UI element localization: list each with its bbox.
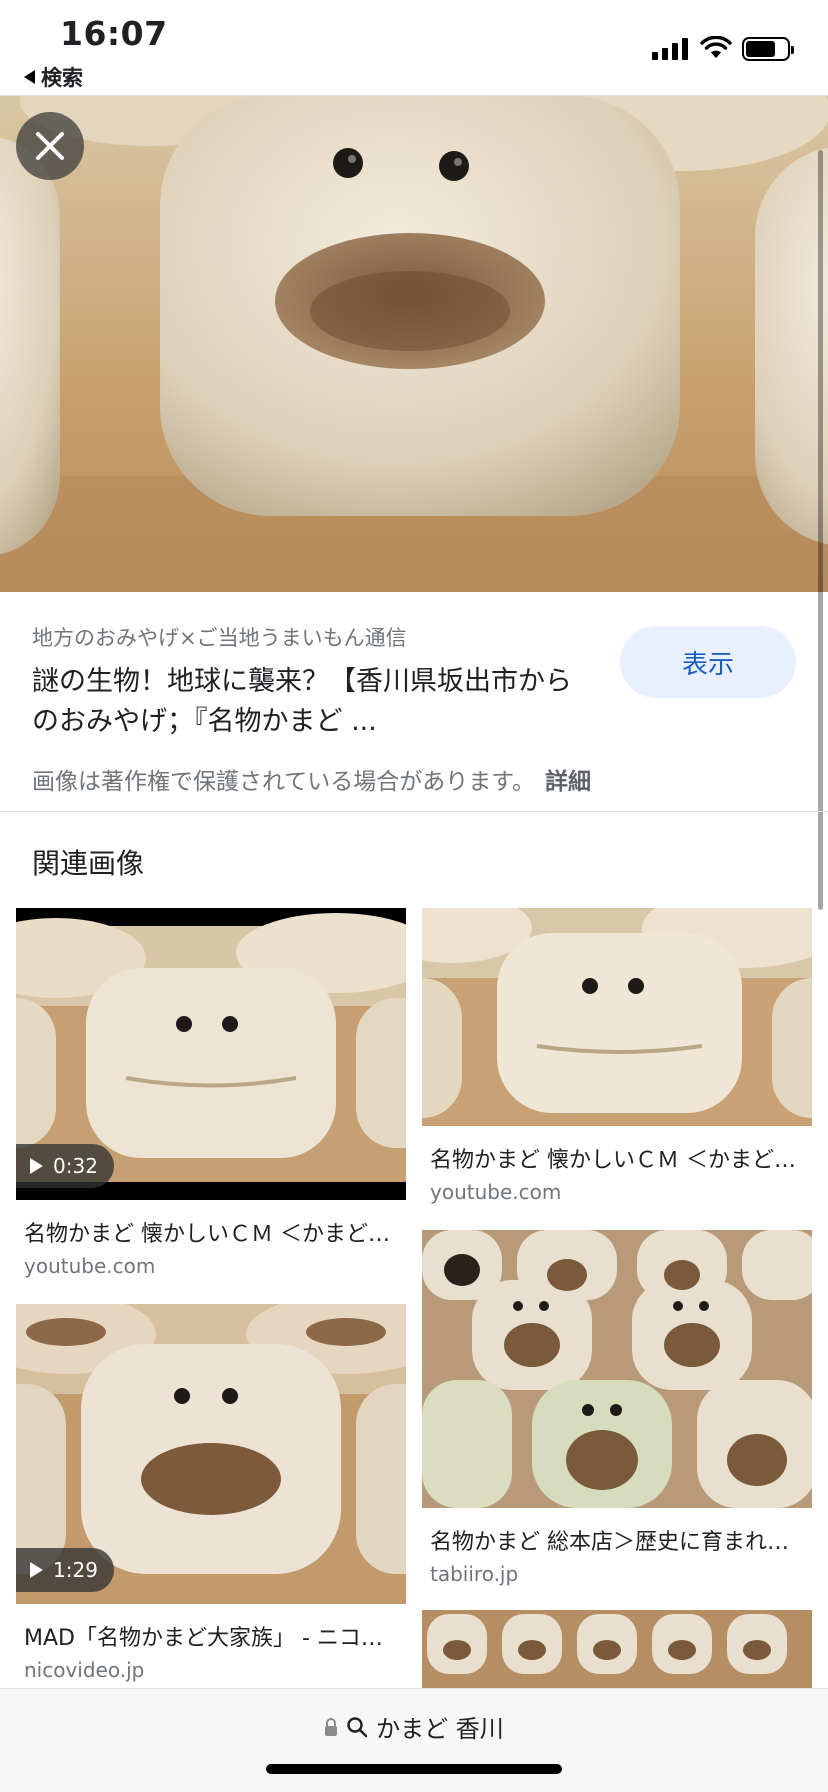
video-duration-badge: 1:29 — [16, 1548, 114, 1592]
status-bar: 16:07 検索 — [0, 0, 828, 96]
related-item-title[interactable]: 名物かまど 懐かしいＣＭ ＜かまど… — [24, 1216, 406, 1248]
back-to-search-link[interactable]: 検索 — [24, 62, 83, 92]
main-image[interactable] — [0, 96, 828, 592]
related-item[interactable]: 1:29 MAD「名物かまど大家族」 - ニコ… nicovideo.jp — [16, 1304, 406, 1682]
source-site[interactable]: 地方のおみやげ×ご当地うまいもん通信 — [32, 622, 407, 652]
related-thumbnail[interactable]: 0:32 — [16, 908, 406, 1200]
related-thumbnail[interactable] — [422, 1230, 812, 1508]
related-item-domain: tabiiro.jp — [430, 1562, 519, 1586]
video-duration-badge: 0:32 — [16, 1144, 114, 1188]
status-time: 16:07 — [60, 14, 168, 53]
related-item-domain: youtube.com — [24, 1254, 156, 1278]
close-button[interactable] — [16, 112, 84, 180]
lock-icon — [325, 1717, 338, 1736]
related-item[interactable]: 0:32 名物かまど 懐かしいＣＭ ＜かまど… youtube.com — [16, 908, 406, 1278]
close-icon — [36, 132, 64, 160]
back-label: 検索 — [41, 66, 83, 90]
related-images-heading: 関連画像 — [32, 847, 145, 880]
home-indicator[interactable] — [266, 1764, 562, 1774]
related-thumbnail[interactable] — [422, 908, 812, 1126]
related-thumbnail[interactable]: 1:29 — [16, 1304, 406, 1604]
view-button[interactable]: 表示 — [620, 626, 796, 698]
related-item-title[interactable]: MAD「名物かまど大家族」 - ニコ… — [24, 1620, 406, 1652]
url-text[interactable]: かまど 香川 — [376, 1709, 504, 1744]
signal-icon — [652, 38, 688, 60]
video-duration: 1:29 — [53, 1558, 98, 1582]
image-info-panel: 地方のおみやげ×ご当地うまいもん通信 謎の生物！地球に襲来？【香川県坂出市からの… — [0, 592, 828, 812]
browser-address-bar[interactable]: かまど 香川 — [0, 1688, 828, 1792]
details-link[interactable]: 詳細 — [545, 769, 591, 795]
related-item[interactable]: 名物かまど 総本店＞歴史に育まれ… tabiiro.jp — [422, 1230, 812, 1586]
related-thumbnail[interactable] — [422, 1610, 812, 1688]
play-icon — [30, 1562, 43, 1578]
related-item[interactable] — [422, 1610, 812, 1688]
copyright-notice: 画像は著作権で保護されている場合があります。 詳細 — [32, 762, 591, 796]
battery-icon — [742, 37, 794, 61]
related-item-title[interactable]: 名物かまど 懐かしいＣＭ ＜かまど… — [430, 1142, 812, 1174]
copyright-text: 画像は著作権で保護されている場合があります。 — [32, 769, 536, 795]
search-icon — [347, 1716, 368, 1737]
related-item-domain: nicovideo.jp — [24, 1658, 145, 1682]
video-duration: 0:32 — [53, 1154, 98, 1178]
back-arrow-icon — [24, 70, 35, 84]
play-icon — [30, 1158, 43, 1174]
wifi-icon — [700, 36, 732, 58]
related-item-domain: youtube.com — [430, 1180, 562, 1204]
related-item[interactable]: 名物かまど 懐かしいＣＭ ＜かまど… youtube.com — [422, 908, 812, 1204]
result-title[interactable]: 謎の生物！地球に襲来？【香川県坂出市からのおみやげ；『名物かまど ... — [32, 662, 592, 742]
related-item-title[interactable]: 名物かまど 総本店＞歴史に育まれ… — [430, 1524, 812, 1556]
